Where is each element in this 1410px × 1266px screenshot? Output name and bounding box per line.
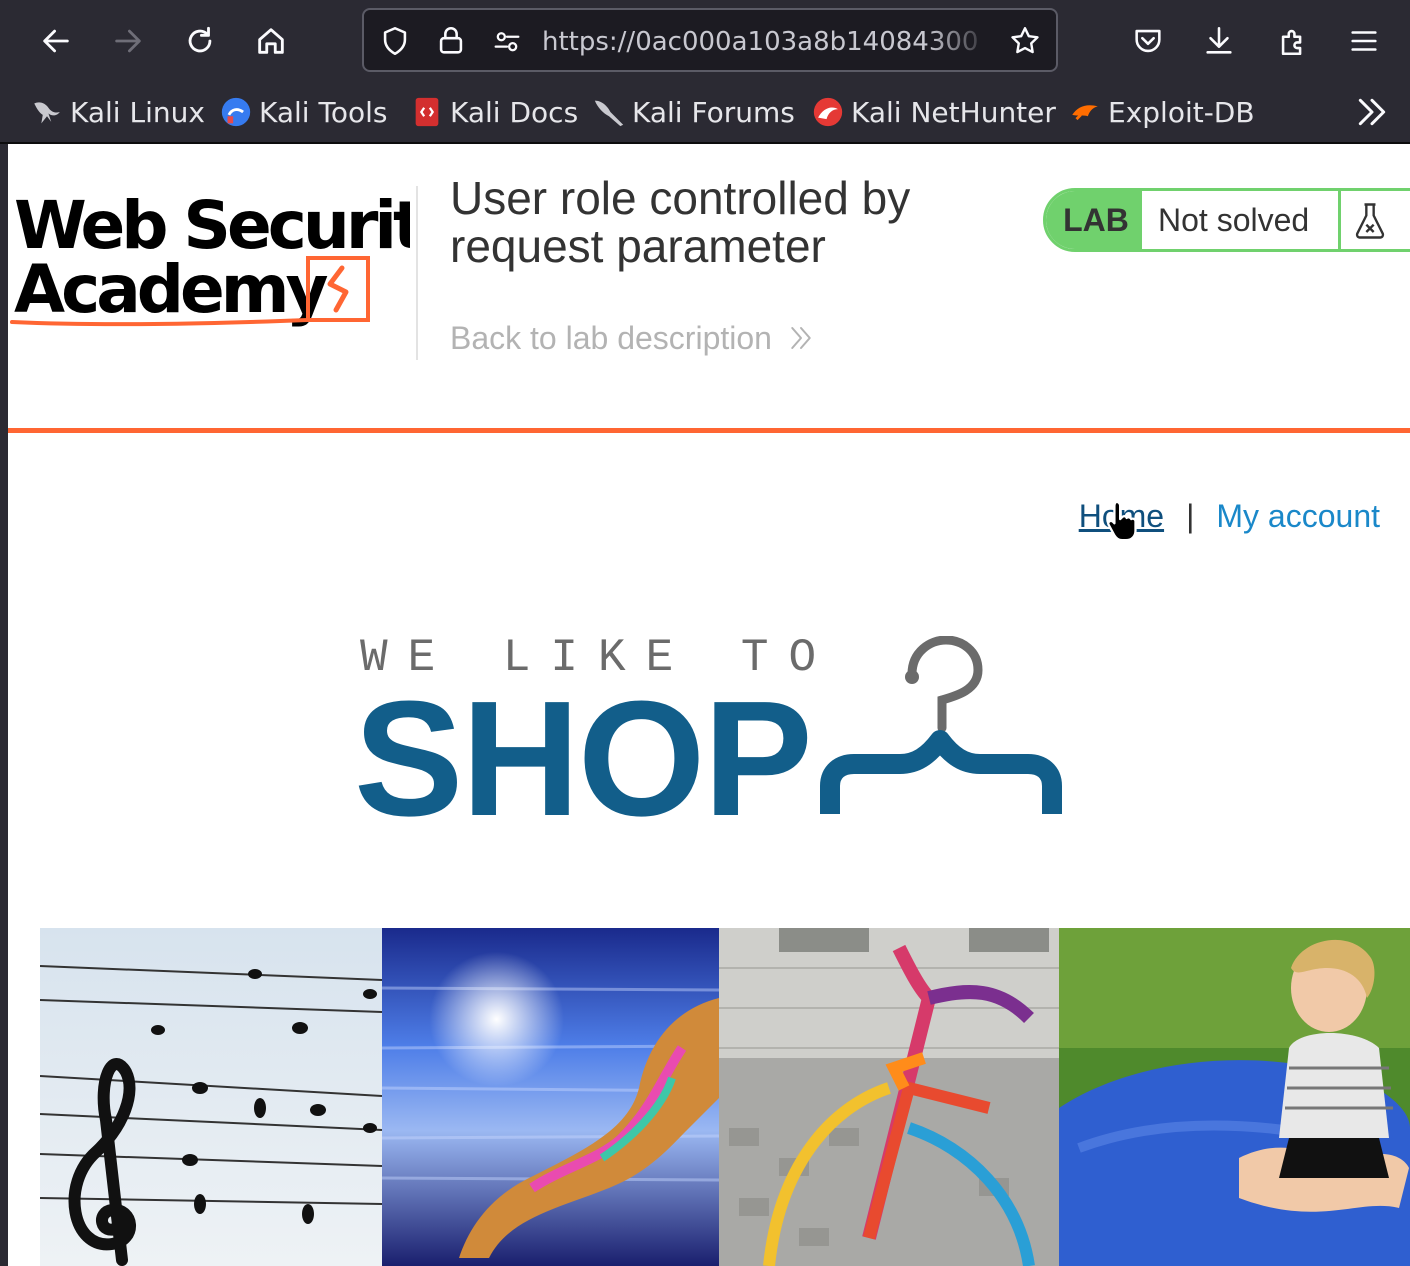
kali-tools-icon: [221, 97, 251, 127]
product-image-speed-runner[interactable]: [382, 928, 719, 1266]
kali-nethunter-icon: [813, 97, 843, 127]
back-to-lab-description-link[interactable]: Back to lab description: [450, 318, 816, 358]
bookmark-kali-linux[interactable]: Kali Linux: [30, 94, 205, 130]
speed-runner-image: [382, 928, 719, 1266]
chevron-double-right-icon[interactable]: [1350, 92, 1394, 132]
flask-icon: [1355, 203, 1385, 239]
arrow-left-icon: [43, 29, 69, 53]
reload-button[interactable]: [172, 14, 228, 68]
download-icon: [1206, 26, 1232, 54]
bookmark-label: Kali NetHunter: [851, 95, 1056, 129]
bookmark-label: Exploit-DB: [1108, 95, 1255, 129]
bookmark-kali-nethunter[interactable]: Kali NetHunter: [811, 94, 1056, 130]
shop-logo-text: SHOP: [354, 667, 813, 850]
yarn-bicycle-image: [719, 928, 1059, 1266]
bookmark-label: Kali Forums: [632, 95, 795, 129]
address-bar[interactable]: https://0ac000a103a8b14084300: [362, 8, 1058, 72]
pocket-button[interactable]: [1120, 14, 1176, 68]
pocket-icon: [1135, 29, 1161, 53]
logo-lightning-icon: [327, 265, 349, 313]
bookmark-label: Kali Tools: [259, 95, 388, 129]
bookmark-label: Kali Linux: [70, 95, 205, 129]
puzzle-piece-icon: [1281, 29, 1302, 56]
back-link-label: Back to lab description: [450, 319, 772, 356]
hamburger-menu-icon: [1351, 31, 1377, 51]
bookmark-kali-docs[interactable]: Kali Docs: [410, 94, 578, 130]
shield-icon[interactable]: [378, 24, 412, 58]
product-image-yarn-bicycle[interactable]: [719, 928, 1059, 1266]
home-button[interactable]: [243, 14, 299, 68]
forward-button[interactable]: [100, 14, 156, 68]
extensions-button[interactable]: [1265, 14, 1321, 68]
back-button[interactable]: [28, 14, 84, 68]
bookmark-kali-tools[interactable]: Kali Tools: [219, 94, 387, 130]
beanbag-girl-image: [1059, 928, 1410, 1266]
arrow-right-icon: [115, 29, 141, 53]
browser-toolbar: https://0ac000a103a8b14084300: [0, 0, 1410, 82]
lab-status-divider: [1338, 191, 1341, 249]
nav-my-account-link[interactable]: My account: [1216, 498, 1380, 535]
url-text[interactable]: https://0ac000a103a8b14084300: [542, 26, 992, 58]
permissions-icon[interactable]: [490, 24, 524, 58]
kali-dragon-icon: [34, 102, 60, 124]
clothes-hanger-icon: [820, 636, 1062, 814]
logo-line-2: Academy: [14, 251, 328, 328]
kali-forums-icon: [594, 100, 624, 127]
lab-badge: LAB: [1046, 191, 1142, 249]
bookmark-label: Kali Docs: [450, 95, 579, 129]
product-image-beanbag[interactable]: [1059, 928, 1410, 1266]
hand-pointer-cursor-icon: [1107, 500, 1137, 542]
house-icon: [258, 28, 284, 54]
music-notes-image: [40, 928, 382, 1266]
nav-separator: |: [1186, 497, 1195, 534]
header-rule: [8, 428, 1410, 433]
web-security-academy-logo[interactable]: Web Security Academy: [10, 182, 410, 332]
menu-button[interactable]: [1336, 14, 1392, 68]
lab-title: User role controlled by request paramete…: [450, 172, 911, 272]
product-image-music-notes[interactable]: [40, 928, 382, 1266]
bookmark-star-icon[interactable]: [1008, 24, 1042, 58]
header-divider: [416, 186, 418, 360]
bookmarks-toolbar: Kali Linux Kali Tools Kali Docs Kali For…: [0, 82, 1410, 144]
bookmark-exploit-db[interactable]: Exploit-DB: [1068, 94, 1255, 130]
reload-icon: [188, 26, 212, 53]
chevron-double-right-icon: [791, 327, 811, 349]
window-edge: [0, 144, 8, 1266]
downloads-button[interactable]: [1191, 14, 1247, 68]
kali-docs-icon: [415, 97, 439, 127]
exploit-db-icon: [1072, 105, 1098, 121]
lab-status-text: Not solved: [1158, 201, 1310, 238]
lab-status-widget: LAB Not solved: [1043, 188, 1410, 252]
bookmark-kali-forums[interactable]: Kali Forums: [592, 94, 795, 130]
lock-icon[interactable]: [434, 24, 468, 58]
